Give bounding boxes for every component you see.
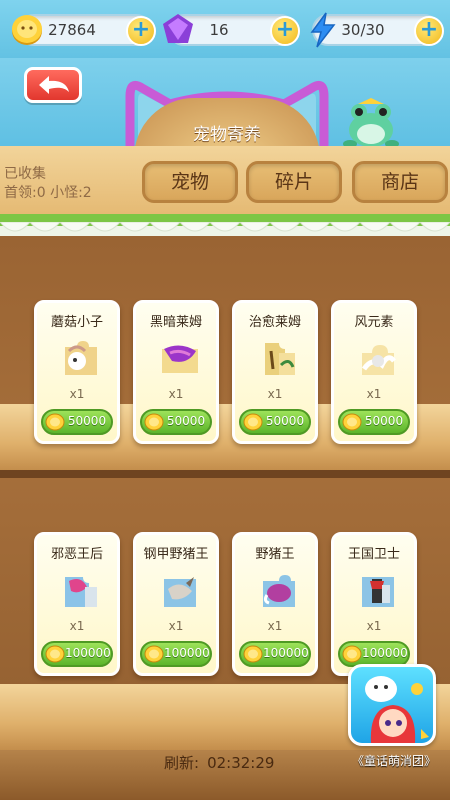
fragment-quantity: x1: [69, 619, 85, 633]
fragment-name: 蘑菇小子: [50, 315, 103, 330]
app-name: 《童话萌消团》: [351, 754, 436, 768]
coin-amount: 27864: [48, 21, 96, 39]
fragment-name: 邪恶王后: [50, 547, 103, 562]
fragment-name: 钢甲野猪王: [143, 547, 209, 562]
gem-counter: 16 +: [163, 14, 300, 46]
puzzle-fragment-icon: [65, 577, 97, 607]
price-value: 50000: [166, 414, 206, 428]
buy-button[interactable]: 50000: [140, 409, 212, 435]
character-avatar-icon: [365, 676, 429, 743]
buy-button[interactable]: 50000: [41, 409, 113, 435]
buy-button[interactable]: 100000: [239, 641, 311, 667]
price-value: 50000: [67, 414, 107, 428]
collection-counts: 首领:0 小怪:2: [4, 185, 92, 201]
fragment-quantity: x1: [366, 619, 382, 633]
puzzle-fragment-icon: [265, 343, 295, 375]
puzzle-fragment-icon: [263, 575, 295, 607]
price-value: 100000: [164, 646, 210, 660]
fragment-quantity: x1: [168, 387, 184, 401]
puzzle-fragment-icon: [362, 577, 394, 607]
fragment-card[interactable]: 治愈莱姆 x1 50000: [232, 300, 318, 444]
coin-icon: [243, 413, 263, 431]
coin-icon: [144, 413, 164, 431]
add-energy-button[interactable]: +: [414, 16, 444, 46]
resource-bar: 27864 + 16 + 30/30 +: [0, 0, 450, 58]
price-value: 100000: [65, 646, 111, 660]
coin-icon: [243, 645, 263, 663]
buy-button[interactable]: 100000: [140, 641, 212, 667]
fragment-card[interactable]: 野猪王 x1 100000: [232, 532, 318, 676]
tab-pets[interactable]: 宠物: [142, 161, 238, 203]
fragment-name: 野猪王: [255, 547, 295, 562]
puzzle-fragment-icon: [65, 341, 97, 375]
fragment-quantity: x1: [267, 387, 283, 401]
puzzle-fragment-icon: [361, 345, 396, 375]
buy-button[interactable]: 50000: [338, 409, 410, 435]
fragment-quantity: x1: [366, 387, 382, 401]
fragment-name: 风元素: [354, 315, 394, 330]
fragment-card[interactable]: 邪恶王后 x1 100000: [34, 532, 120, 676]
fragment-card[interactable]: 蘑菇小子 x1 50000: [34, 300, 120, 444]
fragment-name: 黑暗莱姆: [149, 315, 202, 330]
tab-shop[interactable]: 商店: [352, 161, 448, 203]
back-arrow-icon: [39, 76, 69, 94]
coin-icon: [342, 413, 362, 431]
fragment-card[interactable]: 风元素 x1 50000: [331, 300, 417, 444]
coin-icon: [45, 645, 65, 663]
price-value: 50000: [364, 414, 404, 428]
fragment-card[interactable]: 黑暗莱姆 x1 50000: [133, 300, 219, 444]
coin-counter: 27864 +: [12, 14, 156, 46]
coin-icon: [342, 645, 362, 663]
collection-label: 已收集: [4, 166, 46, 182]
fragment-card[interactable]: 钢甲野猪王 x1 100000: [133, 532, 219, 676]
frog-mascot-icon: [343, 98, 399, 148]
fragment-name: 治愈莱姆: [248, 315, 301, 330]
price-value: 100000: [263, 646, 309, 660]
add-gems-button[interactable]: +: [270, 16, 300, 46]
refresh-timer: 刷新: 02:32:29: [164, 752, 282, 773]
buy-button[interactable]: 100000: [41, 641, 113, 667]
price-value: 50000: [265, 414, 305, 428]
refresh-time: 02:32:29: [207, 754, 275, 772]
price-value: 100000: [362, 646, 408, 660]
page-title: 宠物寄养: [193, 125, 261, 145]
buy-button[interactable]: 50000: [239, 409, 311, 435]
fragment-quantity: x1: [69, 387, 85, 401]
refresh-label: 刷新:: [164, 754, 200, 772]
tab-fragments[interactable]: 碎片: [246, 161, 342, 203]
fragment-name: 王国卫士: [347, 547, 400, 562]
coin-icon: [45, 413, 65, 431]
puzzle-fragment-icon: [164, 577, 196, 607]
fragment-quantity: x1: [267, 619, 283, 633]
shelf-edge: [0, 470, 450, 478]
fragment-quantity: x1: [168, 619, 184, 633]
add-coins-button[interactable]: +: [126, 16, 156, 46]
gem-amount: 16: [209, 21, 229, 39]
back-button[interactable]: [24, 67, 82, 103]
app-promo-badge[interactable]: [348, 664, 436, 746]
energy-amount: 30/30: [341, 21, 385, 39]
fragment-card[interactable]: 王国卫士 x1 100000: [331, 532, 417, 676]
puzzle-fragment-icon: [162, 345, 198, 373]
coin-icon: [144, 645, 164, 663]
energy-counter: 30/30 +: [310, 12, 444, 48]
